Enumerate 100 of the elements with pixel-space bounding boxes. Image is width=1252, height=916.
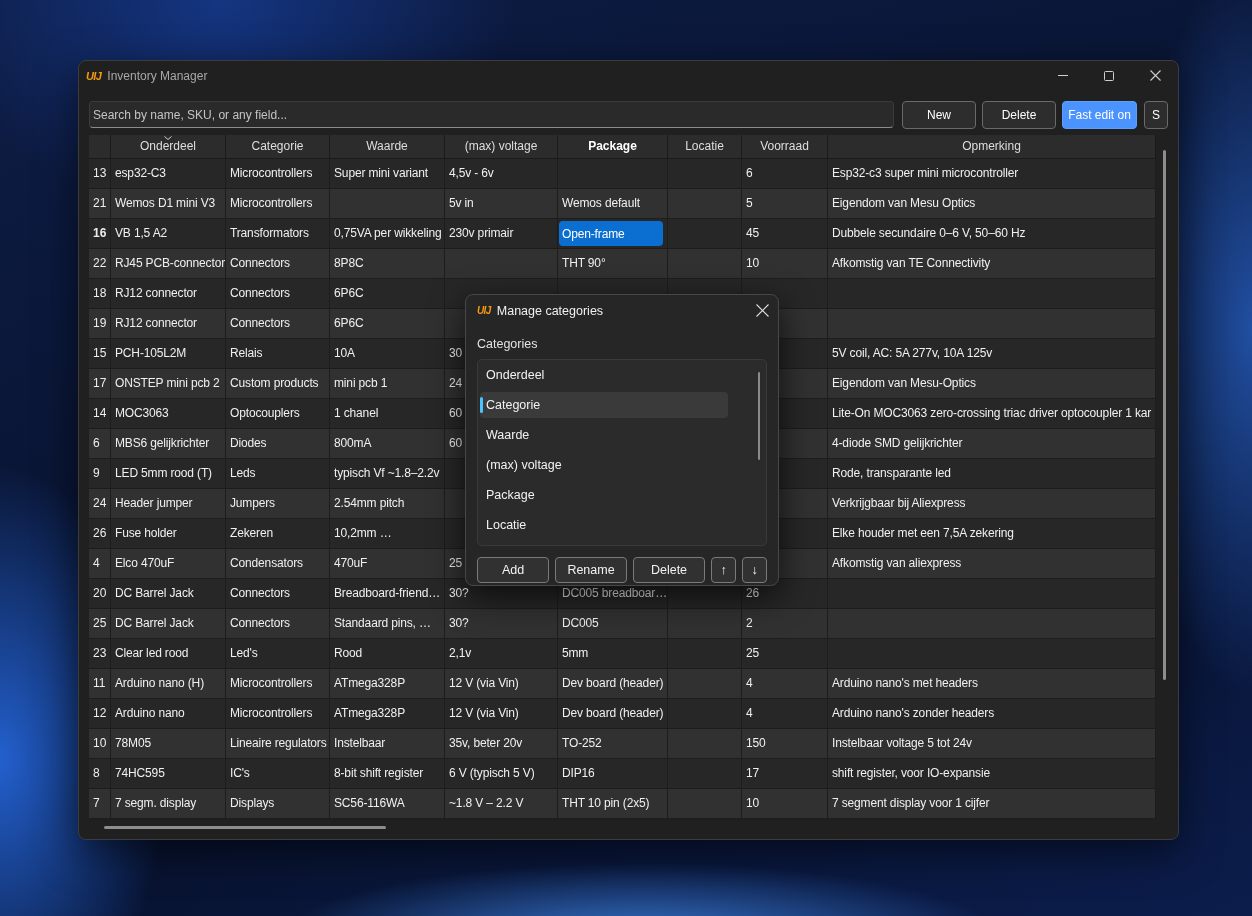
- table-cell: MBS6 gelijkrichter: [111, 429, 226, 458]
- table-cell: Wemos D1 mini V3: [111, 189, 226, 218]
- row-number: 8: [89, 759, 111, 788]
- table-cell: Rood: [330, 639, 445, 668]
- table-cell: 5mm: [558, 639, 668, 668]
- table-cell: Displays: [226, 789, 330, 818]
- table-cell: 10: [742, 789, 828, 818]
- table-cell: Arduino nano: [111, 699, 226, 728]
- row-number: 15: [89, 339, 111, 368]
- table-cell: Connectors: [226, 309, 330, 338]
- table-cell: 25: [742, 639, 828, 668]
- table-cell: Header jumper: [111, 489, 226, 518]
- table-cell: Lite-On MOC3063 zero-crossing triac driver optocoupler 1 kar: [828, 399, 1156, 428]
- table-cell: 470uF: [330, 549, 445, 578]
- table-cell: 2,1v: [445, 639, 558, 668]
- table-cell: PCH-105L2M: [111, 339, 226, 368]
- table-cell: Connectors: [226, 579, 330, 608]
- table-cell: 17: [742, 759, 828, 788]
- table-cell: Condensators: [226, 549, 330, 578]
- table-cell: Lineaire regulators: [226, 729, 330, 758]
- table-cell: Microcontrollers: [226, 699, 330, 728]
- row-number: 14: [89, 399, 111, 428]
- table-cell: Transformators: [226, 219, 330, 248]
- row-number: 13: [89, 159, 111, 188]
- table-cell: 5V coil, AC: 5A 277v, 10A 125v: [828, 339, 1156, 368]
- table-cell: Afkomstig van aliexpress: [828, 549, 1156, 578]
- table-cell: typisch Vf ~1.8–2.2v: [330, 459, 445, 488]
- table-cell: Relais: [226, 339, 330, 368]
- table-cell: 6: [742, 159, 828, 188]
- table-cell: 74HC595: [111, 759, 226, 788]
- table-cell: DC005: [558, 609, 668, 638]
- table-cell: Clear led rood: [111, 639, 226, 668]
- table-cell: 5: [742, 189, 828, 218]
- table-cell: 8-bit shift register: [330, 759, 445, 788]
- table-cell: Standaard pins, …: [330, 609, 445, 638]
- table-cell: Microcontrollers: [226, 189, 330, 218]
- table-cell: Wemos default: [558, 189, 668, 218]
- table-cell: 7 segment display voor 1 cijfer: [828, 789, 1156, 818]
- table-cell: 78M05: [111, 729, 226, 758]
- table-cell: 12 V (via Vin): [445, 669, 558, 698]
- row-number: 25: [89, 609, 111, 638]
- table-cell: 150: [742, 729, 828, 758]
- table-cell: Afkomstig van TE Connectivity: [828, 249, 1156, 278]
- row-number: 18: [89, 279, 111, 308]
- table-cell: Connectors: [226, 609, 330, 638]
- table-cell: Microcontrollers: [226, 669, 330, 698]
- table-cell: Arduino nano's zonder headers: [828, 699, 1156, 728]
- table-cell: DC Barrel Jack: [111, 579, 226, 608]
- table-cell: 1 chanel: [330, 399, 445, 428]
- table-cell: RJ45 PCB-connector: [111, 249, 226, 278]
- table-cell: Eigendom van Mesu Optics: [828, 189, 1156, 218]
- table-cell: 6P6C: [330, 309, 445, 338]
- table-cell: 10,2mm …: [330, 519, 445, 548]
- table-cell: LED 5mm rood (T): [111, 459, 226, 488]
- table-cell: Leds: [226, 459, 330, 488]
- table-cell: Connectors: [226, 249, 330, 278]
- table-cell: Arduino nano (H): [111, 669, 226, 698]
- table-cell: Rode, transparante led: [828, 459, 1156, 488]
- table-cell: Dev board (header): [558, 699, 668, 728]
- table-cell: Fuse holder: [111, 519, 226, 548]
- table-cell: IC's: [226, 759, 330, 788]
- table-cell: ATmega328P: [330, 669, 445, 698]
- table-cell: DC Barrel Jack: [111, 609, 226, 638]
- table-cell: 30?: [445, 609, 558, 638]
- table-cell: RJ12 connector: [111, 309, 226, 338]
- table-cell: 12 V (via Vin): [445, 699, 558, 728]
- table-cell: esp32-C3: [111, 159, 226, 188]
- table-cell: Instelbaar: [330, 729, 445, 758]
- app-logo: UIJ: [86, 69, 102, 82]
- table-cell: 2.54mm pitch: [330, 489, 445, 518]
- row-number: 12: [89, 699, 111, 728]
- row-number: 23: [89, 639, 111, 668]
- table-cell: TO-252: [558, 729, 668, 758]
- table-cell: Dev board (header): [558, 669, 668, 698]
- table-cell: DIP16: [558, 759, 668, 788]
- row-number: 4: [89, 549, 111, 578]
- table-cell: 5v in: [445, 189, 558, 218]
- table-cell: 8P8C: [330, 249, 445, 278]
- table-cell: Instelbaar voltage 5 tot 24v: [828, 729, 1156, 758]
- table-cell: Super mini variant: [330, 159, 445, 188]
- table-cell: 2: [742, 609, 828, 638]
- table-cell: 230v primair: [445, 219, 558, 248]
- row-number: 16: [89, 219, 111, 248]
- row-number: 9: [89, 459, 111, 488]
- table-cell: Zekeren: [226, 519, 330, 548]
- table-cell: 7 segm. display: [111, 789, 226, 818]
- table-cell: Optocouplers: [226, 399, 330, 428]
- table-cell: Led's: [226, 639, 330, 668]
- table-cell: ONSTEP mini pcb 2: [111, 369, 226, 398]
- table-cell: ~1.8 V – 2.2 V: [445, 789, 558, 818]
- table-cell: 45: [742, 219, 828, 248]
- table-cell: Dubbele secundaire 0–6 V, 50–60 Hz: [828, 219, 1156, 248]
- table-cell: SC56-116WA: [330, 789, 445, 818]
- row-number: 11: [89, 669, 111, 698]
- table-cell: Eigendom van Mesu-Optics: [828, 369, 1156, 398]
- table-cell: 0,75VA per wikkeling: [330, 219, 445, 248]
- table-cell: 4-diode SMD gelijkrichter: [828, 429, 1156, 458]
- table-cell: Custom products: [226, 369, 330, 398]
- table-cell: Microcontrollers: [226, 159, 330, 188]
- table-cell: 10: [742, 249, 828, 278]
